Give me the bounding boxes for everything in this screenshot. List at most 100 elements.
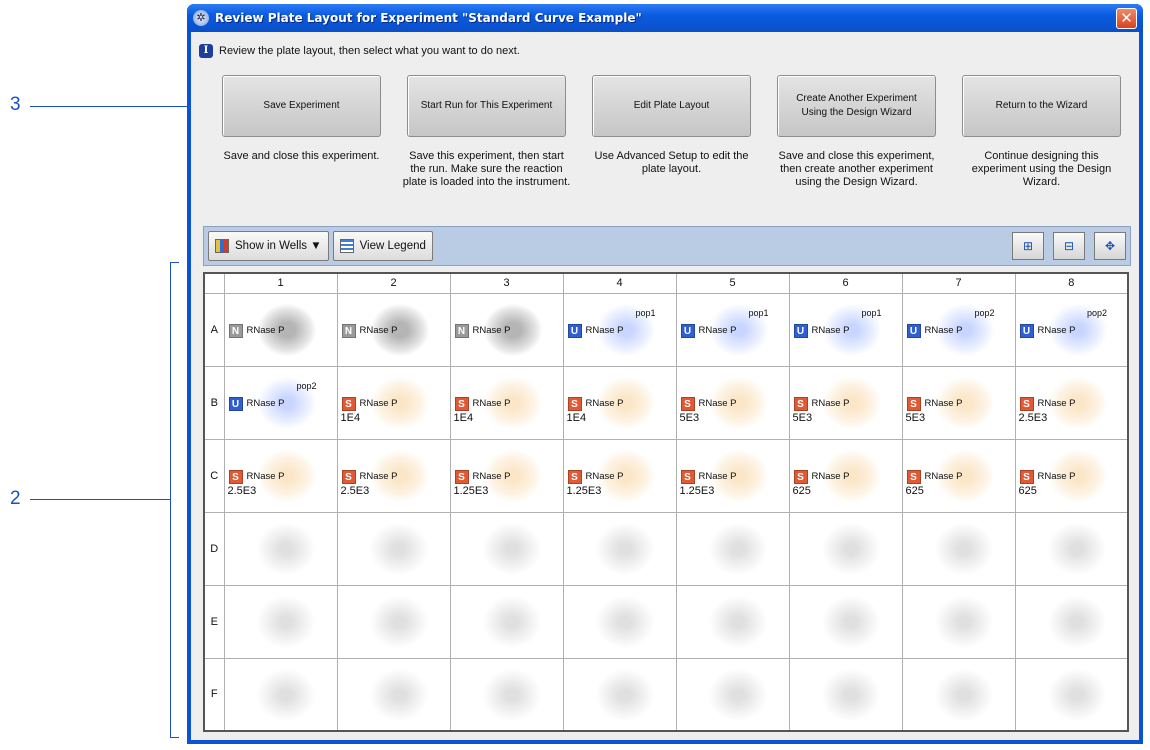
- column-header[interactable]: 1: [223, 272, 338, 294]
- well-glow: [256, 595, 315, 648]
- well[interactable]: [223, 511, 338, 586]
- well[interactable]: S RNase P 5E3: [675, 365, 790, 440]
- edit-plate-layout-description: Use Advanced Setup to edit the plate lay…: [594, 150, 749, 175]
- well[interactable]: [788, 584, 903, 659]
- well[interactable]: [562, 511, 677, 586]
- well[interactable]: [336, 584, 451, 659]
- well[interactable]: [1014, 584, 1129, 659]
- target-name: RNase P: [359, 471, 398, 482]
- well[interactable]: S RNase P 1E4: [449, 365, 564, 440]
- task-badge-icon: S: [454, 396, 469, 411]
- well[interactable]: [449, 584, 564, 659]
- well-target: N RNase P: [341, 323, 398, 338]
- well[interactable]: [449, 511, 564, 586]
- well[interactable]: S RNase P 1E4: [336, 365, 451, 440]
- legend-icon: [339, 239, 354, 253]
- task-badge-icon: U: [793, 323, 808, 338]
- well[interactable]: [1014, 511, 1129, 586]
- well[interactable]: [788, 511, 903, 586]
- well[interactable]: [449, 657, 564, 732]
- plate-toolbar: Show in Wells ▼ View Legend ⊞ ⊟ ✥: [203, 226, 1131, 266]
- well[interactable]: S RNase P 1.25E3: [562, 438, 677, 513]
- start-run-button[interactable]: Start Run for This Experiment: [407, 75, 566, 137]
- target-name: RNase P: [585, 398, 624, 409]
- well[interactable]: [223, 584, 338, 659]
- well[interactable]: pop1 U RNase P: [788, 292, 903, 367]
- column-header[interactable]: 3: [449, 272, 564, 294]
- plate-row: Bpop2 U RNase P S RNase P 1E4 S RNase P 1E4 S RNas…: [203, 365, 1129, 440]
- task-badge-icon: N: [341, 323, 356, 338]
- well[interactable]: pop2 U RNase P: [1014, 292, 1129, 367]
- well[interactable]: [336, 657, 451, 732]
- row-header[interactable]: B: [203, 365, 225, 440]
- zoom-in-icon[interactable]: ⊞: [1012, 232, 1044, 260]
- well[interactable]: S RNase P 2.5E3: [223, 438, 338, 513]
- task-badge-icon: S: [341, 469, 356, 484]
- target-name: RNase P: [359, 398, 398, 409]
- well[interactable]: S RNase P 2.5E3: [336, 438, 451, 513]
- well[interactable]: [562, 657, 677, 732]
- create-another-experiment-button[interactable]: Create Another Experiment Using the Desi…: [777, 75, 936, 137]
- well-glow: [256, 522, 315, 575]
- well[interactable]: S RNase P 1.25E3: [675, 438, 790, 513]
- row-header[interactable]: D: [203, 511, 225, 586]
- well-glow: [369, 522, 428, 575]
- review-plate-dialog: ✲ Review Plate Layout for Experiment "St…: [187, 4, 1143, 744]
- row-header[interactable]: E: [203, 584, 225, 659]
- show-in-wells-dropdown[interactable]: Show in Wells ▼: [208, 231, 329, 261]
- well[interactable]: S RNase P 625: [788, 438, 903, 513]
- close-button[interactable]: ✕: [1116, 7, 1137, 29]
- zoom-out-icon[interactable]: ⊟: [1053, 232, 1085, 260]
- well-quantity: 2.5E3: [340, 484, 370, 497]
- target-name: RNase P: [698, 398, 737, 409]
- target-name: RNase P: [698, 325, 737, 336]
- well[interactable]: pop1 U RNase P: [675, 292, 790, 367]
- column-header[interactable]: 5: [675, 272, 790, 294]
- info-icon: I: [199, 44, 213, 58]
- column-header[interactable]: 8: [1014, 272, 1129, 294]
- return-to-wizard-button[interactable]: Return to the Wizard: [962, 75, 1121, 137]
- well[interactable]: [901, 584, 1016, 659]
- well[interactable]: [1014, 657, 1129, 732]
- well-target: U RNase P: [1019, 323, 1076, 338]
- well[interactable]: N RNase P: [449, 292, 564, 367]
- well[interactable]: [223, 657, 338, 732]
- well[interactable]: [675, 657, 790, 732]
- target-name: RNase P: [811, 398, 850, 409]
- well-glow: [482, 595, 541, 648]
- fit-to-window-icon[interactable]: ✥: [1094, 232, 1126, 260]
- target-name: RNase P: [811, 471, 850, 482]
- view-legend-button[interactable]: View Legend: [332, 231, 433, 261]
- well-sample-name: pop2: [1086, 307, 1107, 318]
- well[interactable]: S RNase P 5E3: [788, 365, 903, 440]
- well[interactable]: S RNase P 2.5E3: [1014, 365, 1129, 440]
- target-name: RNase P: [246, 325, 285, 336]
- well[interactable]: pop2 U RNase P: [223, 365, 338, 440]
- well[interactable]: [675, 584, 790, 659]
- save-experiment-button[interactable]: Save Experiment: [222, 75, 381, 137]
- column-header[interactable]: 2: [336, 272, 451, 294]
- well[interactable]: S RNase P 625: [1014, 438, 1129, 513]
- well[interactable]: [336, 511, 451, 586]
- well-target: S RNase P: [793, 396, 850, 411]
- column-header[interactable]: 4: [562, 272, 677, 294]
- well[interactable]: S RNase P 625: [901, 438, 1016, 513]
- row-header[interactable]: F: [203, 657, 225, 732]
- well[interactable]: [675, 511, 790, 586]
- well[interactable]: S RNase P 1.25E3: [449, 438, 564, 513]
- well[interactable]: N RNase P: [223, 292, 338, 367]
- well[interactable]: [901, 657, 1016, 732]
- well[interactable]: S RNase P 5E3: [901, 365, 1016, 440]
- well[interactable]: [901, 511, 1016, 586]
- column-header[interactable]: 7: [901, 272, 1016, 294]
- well[interactable]: S RNase P 1E4: [562, 365, 677, 440]
- column-header[interactable]: 6: [788, 272, 903, 294]
- well[interactable]: pop1 U RNase P: [562, 292, 677, 367]
- row-header[interactable]: C: [203, 438, 225, 513]
- row-header[interactable]: A: [203, 292, 225, 367]
- well[interactable]: [562, 584, 677, 659]
- well[interactable]: [788, 657, 903, 732]
- well[interactable]: pop2 U RNase P: [901, 292, 1016, 367]
- edit-plate-layout-button[interactable]: Edit Plate Layout: [592, 75, 751, 137]
- well[interactable]: N RNase P: [336, 292, 451, 367]
